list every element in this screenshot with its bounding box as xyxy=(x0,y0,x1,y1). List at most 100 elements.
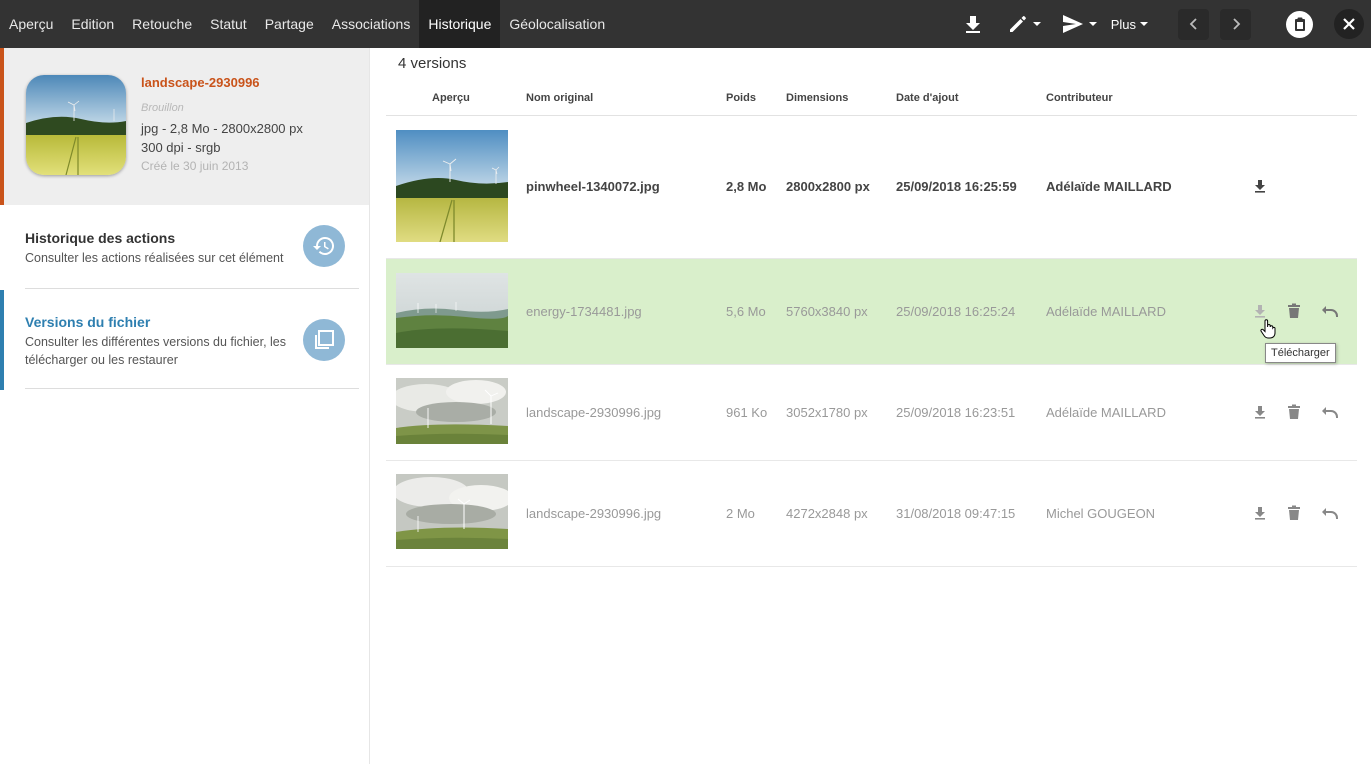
download-version-button[interactable] xyxy=(1250,301,1270,321)
version-dimensions: 3052x1780 px xyxy=(786,405,868,420)
more-caret-icon xyxy=(1140,22,1148,26)
top-toolbar: Aperçu Edition Retouche Statut Partage A… xyxy=(0,0,1371,48)
tab-associations[interactable]: Associations xyxy=(323,0,420,48)
download-icon xyxy=(1255,180,1265,193)
download-tooltip: Télécharger xyxy=(1265,343,1336,363)
asset-format: jpg - 2,8 Mo - 2800x2800 px xyxy=(141,121,303,136)
chevron-left-icon xyxy=(1189,18,1197,30)
table-header: Aperçu Nom original Poids Dimensions Dat… xyxy=(386,89,1357,116)
column-weight: Poids xyxy=(726,92,756,104)
pinwheel-image xyxy=(396,130,508,242)
version-contributor: Michel GOUGEON xyxy=(1046,506,1156,521)
column-date: Date d'ajout xyxy=(896,92,959,104)
undo-icon xyxy=(1322,407,1338,418)
tab-retouche[interactable]: Retouche xyxy=(123,0,201,48)
version-thumbnail[interactable] xyxy=(396,474,508,549)
version-dimensions: 5760x3840 px xyxy=(786,304,868,319)
version-contributor: Adélaïde MAILLARD xyxy=(1046,179,1172,194)
clipboard-button[interactable] xyxy=(1286,10,1313,38)
versions-count: 4 versions xyxy=(398,55,467,72)
asset-dpi: 300 dpi - srgb xyxy=(141,140,221,155)
download-icon xyxy=(965,16,980,33)
column-dimensions: Dimensions xyxy=(786,92,849,104)
download-version-button[interactable] xyxy=(1250,503,1270,523)
edit-button[interactable] xyxy=(1007,13,1041,35)
download-version-button[interactable] xyxy=(1250,176,1270,196)
version-date: 25/09/2018 16:25:24 xyxy=(896,304,1016,319)
version-contributor: Adélaïde MAILLARD xyxy=(1046,405,1166,420)
version-date: 25/09/2018 16:25:59 xyxy=(896,179,1017,194)
version-name: energy-1734481.jpg xyxy=(526,304,642,319)
send-caret-icon xyxy=(1088,22,1097,26)
download-icon xyxy=(1255,406,1265,419)
asset-status: Brouillon xyxy=(141,102,184,114)
trash-icon xyxy=(1288,303,1300,318)
version-weight: 961 Ko xyxy=(726,405,768,420)
version-name: landscape-2930996.jpg xyxy=(526,506,662,521)
history-actions-title: Historique des actions xyxy=(25,230,176,246)
chevron-right-icon xyxy=(1232,18,1240,30)
close-button[interactable] xyxy=(1334,9,1364,39)
file-versions-section[interactable]: Versions du fichier Consulter les différ… xyxy=(0,290,369,390)
version-thumbnail[interactable] xyxy=(396,130,508,242)
tab-bar: Aperçu Edition Retouche Statut Partage A… xyxy=(0,0,614,48)
send-button[interactable] xyxy=(1061,13,1097,35)
delete-version-button[interactable] xyxy=(1284,301,1304,321)
tab-partage[interactable]: Partage xyxy=(256,0,323,48)
tab-statut[interactable]: Statut xyxy=(201,0,256,48)
restore-version-button[interactable] xyxy=(1320,301,1340,321)
column-contributor: Contributeur xyxy=(1046,92,1113,104)
asset-thumbnail[interactable] xyxy=(26,75,126,175)
history-actions-section[interactable]: Historique des actions Consulter les act… xyxy=(0,205,369,290)
more-menu[interactable]: Plus xyxy=(1111,17,1148,32)
version-name: pinwheel-1340072.jpg xyxy=(526,179,660,194)
sidebar: landscape-2930996 Brouillon jpg - 2,8 Mo… xyxy=(0,48,370,764)
table-row: pinwheel-1340072.jpg 2,8 Mo 2800x2800 px… xyxy=(386,116,1357,259)
version-weight: 2,8 Mo xyxy=(726,179,767,194)
restore-version-button[interactable] xyxy=(1320,503,1340,523)
download-icon xyxy=(1255,305,1265,318)
pencil-icon xyxy=(1009,16,1026,32)
version-name: landscape-2930996.jpg xyxy=(526,405,662,420)
edit-caret-icon xyxy=(1032,22,1041,26)
history-actions-description: Consulter les actions réalisées sur cet … xyxy=(25,251,284,265)
version-weight: 2 Mo xyxy=(726,506,755,521)
undo-icon xyxy=(1322,508,1338,519)
version-thumbnail[interactable] xyxy=(396,273,508,348)
asset-summary-card: landscape-2930996 Brouillon jpg - 2,8 Mo… xyxy=(0,48,369,205)
close-icon xyxy=(1343,18,1355,30)
delete-version-button[interactable] xyxy=(1284,402,1304,422)
section-divider xyxy=(25,388,359,389)
restore-version-button[interactable] xyxy=(1320,402,1340,422)
previous-button[interactable] xyxy=(1178,8,1209,40)
next-button[interactable] xyxy=(1220,8,1251,40)
tab-geolocalisation[interactable]: Géolocalisation xyxy=(500,0,614,48)
energy-image xyxy=(396,273,508,348)
versions-icon xyxy=(303,319,345,361)
tab-apercu[interactable]: Aperçu xyxy=(0,0,62,48)
mouse-cursor xyxy=(1260,319,1276,344)
download-button[interactable] xyxy=(963,14,983,34)
send-icon xyxy=(1062,15,1083,33)
asset-title: landscape-2930996 xyxy=(141,75,260,90)
toolbar-actions: Plus xyxy=(963,0,1371,48)
clipboard-icon xyxy=(1294,17,1305,31)
table-row: energy-1734481.jpg 5,6 Mo 5760x3840 px 2… xyxy=(386,259,1357,365)
trash-icon xyxy=(1288,505,1300,520)
download-icon xyxy=(1255,507,1265,520)
file-versions-title: Versions du fichier xyxy=(25,314,151,330)
download-version-button[interactable] xyxy=(1250,402,1270,422)
version-weight: 5,6 Mo xyxy=(726,304,766,319)
version-thumbnail[interactable] xyxy=(396,378,508,444)
delete-version-button[interactable] xyxy=(1284,503,1304,523)
version-dimensions: 2800x2800 px xyxy=(786,179,870,194)
tab-historique[interactable]: Historique xyxy=(419,0,501,48)
landscape-thumbnail-image xyxy=(26,75,126,175)
tab-edition[interactable]: Edition xyxy=(62,0,123,48)
version-contributor: Adélaïde MAILLARD xyxy=(1046,304,1166,319)
version-dimensions: 4272x2848 px xyxy=(786,506,868,521)
asset-created-date: Créé le 30 juin 2013 xyxy=(141,159,249,173)
table-row: landscape-2930996.jpg 2 Mo 4272x2848 px … xyxy=(386,461,1357,567)
table-row: landscape-2930996.jpg 961 Ko 3052x1780 p… xyxy=(386,365,1357,461)
hand-cursor-icon xyxy=(1260,319,1276,339)
